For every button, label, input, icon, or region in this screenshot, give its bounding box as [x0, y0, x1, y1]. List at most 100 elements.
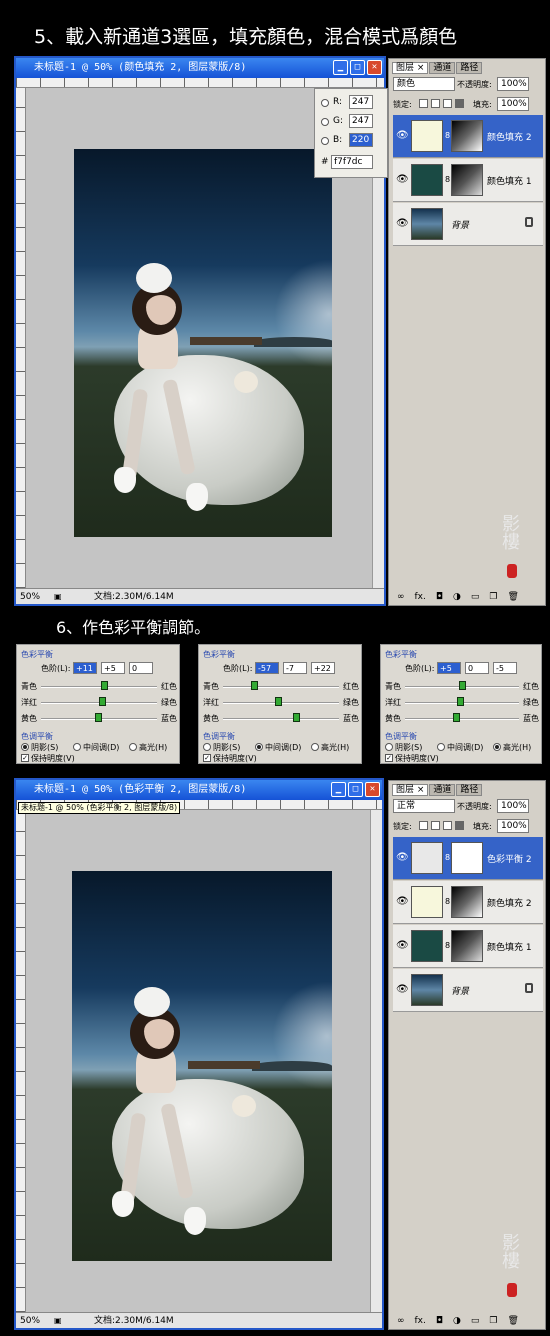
preserve-luminosity-checkbox[interactable]: ✓: [385, 754, 393, 762]
layer-mask-thumbnail[interactable]: [451, 842, 483, 874]
level-field-3[interactable]: +22: [311, 662, 335, 674]
lock-position-icon[interactable]: [443, 821, 452, 830]
layer-mask-thumbnail[interactable]: [451, 886, 483, 918]
cyan-red-slider[interactable]: [223, 686, 339, 688]
maximize-button[interactable]: □: [350, 60, 365, 75]
close-button[interactable]: ✕: [367, 60, 382, 75]
lock-pixels-icon[interactable]: [431, 99, 440, 108]
shadows-radio[interactable]: [385, 743, 393, 751]
b-radio[interactable]: [321, 137, 329, 145]
lock-transparency-icon[interactable]: [419, 99, 428, 108]
folder-icon[interactable]: ▭: [471, 590, 480, 604]
layer-row[interactable]: 👁 背景: [393, 969, 543, 1012]
midtones-radio[interactable]: [255, 743, 263, 751]
folder-icon[interactable]: ▭: [471, 1314, 480, 1328]
tab-channels[interactable]: 通道: [429, 784, 456, 796]
fill-field[interactable]: 100%: [497, 97, 529, 111]
layer-row[interactable]: 👁 8 颜色填充 1: [393, 925, 543, 968]
blend-mode-select[interactable]: 颜色: [393, 77, 455, 91]
eye-icon[interactable]: 👁: [396, 896, 409, 907]
level-field-2[interactable]: +5: [101, 662, 125, 674]
adjustment-icon[interactable]: ◑: [453, 590, 461, 604]
blend-mode-select[interactable]: 正常: [393, 799, 455, 813]
level-field-2[interactable]: -7: [283, 662, 307, 674]
lock-position-icon[interactable]: [443, 99, 452, 108]
preserve-luminosity-checkbox[interactable]: ✓: [203, 754, 211, 762]
maximize-button[interactable]: □: [348, 782, 363, 797]
link-icon[interactable]: ∞: [397, 1314, 405, 1328]
tab-paths[interactable]: 路径: [456, 62, 483, 74]
layer-row[interactable]: 👁 8 颜色填充 1: [393, 159, 543, 202]
window-2-titlebar[interactable]: 未标题-1 @ 50% (色彩平衡 2, 图层蒙版/8) ▁ □ ✕: [16, 780, 382, 800]
layer-row[interactable]: 👁 8 颜色填充 2: [393, 115, 543, 158]
eye-icon[interactable]: 👁: [396, 218, 409, 229]
slider-knob[interactable]: [459, 681, 466, 690]
fx-icon[interactable]: fx.: [415, 590, 426, 604]
window-1-titlebar[interactable]: 未标题-1 @ 50% (颜色填充 2, 图层蒙版/8) ▁ □ ✕: [16, 58, 384, 78]
highlights-radio[interactable]: [493, 743, 501, 751]
status-icon[interactable]: ▣: [54, 1313, 62, 1329]
level-field-3[interactable]: -5: [493, 662, 517, 674]
highlights-radio[interactable]: [129, 743, 137, 751]
zoom-level[interactable]: 50%: [20, 589, 40, 605]
cyan-red-slider[interactable]: [41, 686, 157, 688]
slider-knob[interactable]: [101, 681, 108, 690]
lock-all-icon[interactable]: [455, 821, 464, 830]
shadows-radio[interactable]: [21, 743, 29, 751]
yellow-blue-slider[interactable]: [405, 718, 519, 720]
level-field-1[interactable]: +11: [73, 662, 97, 674]
layer-row[interactable]: 👁 背景: [393, 203, 543, 246]
lock-transparency-icon[interactable]: [419, 821, 428, 830]
layer-mask-thumbnail[interactable]: [451, 120, 483, 152]
layer-mask-thumbnail[interactable]: [451, 164, 483, 196]
slider-knob[interactable]: [275, 697, 282, 706]
chain-link-icon[interactable]: 8: [445, 897, 450, 906]
trash-icon[interactable]: 🗑: [507, 590, 518, 604]
opacity-field[interactable]: 100%: [497, 77, 529, 91]
eye-icon[interactable]: 👁: [396, 984, 409, 995]
new-layer-icon[interactable]: ❐: [489, 1314, 497, 1328]
mask-icon[interactable]: ◘: [436, 1314, 443, 1328]
slider-knob[interactable]: [457, 697, 464, 706]
layer-mask-thumbnail[interactable]: [451, 930, 483, 962]
mask-icon[interactable]: ◘: [436, 590, 443, 604]
r-radio[interactable]: [321, 99, 329, 107]
layer-row[interactable]: 👁 8 色彩平衡 2: [393, 837, 543, 880]
fx-icon[interactable]: fx.: [415, 1314, 426, 1328]
eye-icon[interactable]: 👁: [396, 130, 409, 141]
minimize-button[interactable]: ▁: [333, 60, 348, 75]
adjustment-icon[interactable]: ◑: [453, 1314, 461, 1328]
chain-link-icon[interactable]: 8: [445, 853, 450, 862]
canvas-area[interactable]: [26, 810, 370, 1312]
r-field[interactable]: 247: [349, 95, 373, 109]
slider-knob[interactable]: [99, 697, 106, 706]
level-field-1[interactable]: +5: [437, 662, 461, 674]
chain-link-icon[interactable]: 8: [445, 175, 450, 184]
new-layer-icon[interactable]: ❐: [489, 590, 497, 604]
tab-paths[interactable]: 路径: [456, 784, 483, 796]
trash-icon[interactable]: 🗑: [507, 1314, 518, 1328]
vertical-scrollbar[interactable]: [370, 810, 382, 1312]
link-icon[interactable]: ∞: [397, 590, 405, 604]
level-field-3[interactable]: 0: [129, 662, 153, 674]
slider-knob[interactable]: [251, 681, 258, 690]
highlights-radio[interactable]: [311, 743, 319, 751]
tab-layers[interactable]: 图层 ×: [392, 784, 429, 796]
shadows-radio[interactable]: [203, 743, 211, 751]
eye-icon[interactable]: 👁: [396, 940, 409, 951]
midtones-radio[interactable]: [73, 743, 81, 751]
level-field-2[interactable]: 0: [465, 662, 489, 674]
status-icon[interactable]: ▣: [54, 589, 62, 605]
lock-pixels-icon[interactable]: [431, 821, 440, 830]
tab-channels[interactable]: 通道: [429, 62, 456, 74]
zoom-level[interactable]: 50%: [20, 1313, 40, 1329]
g-radio[interactable]: [321, 118, 329, 126]
chain-link-icon[interactable]: 8: [445, 131, 450, 140]
level-field-1[interactable]: -57: [255, 662, 279, 674]
fill-field[interactable]: 100%: [497, 819, 529, 833]
layer-row[interactable]: 👁 8 颜色填充 2: [393, 881, 543, 924]
b-field[interactable]: 220: [349, 133, 373, 147]
eye-icon[interactable]: 👁: [396, 852, 409, 863]
slider-knob[interactable]: [293, 713, 300, 722]
midtones-radio[interactable]: [437, 743, 445, 751]
